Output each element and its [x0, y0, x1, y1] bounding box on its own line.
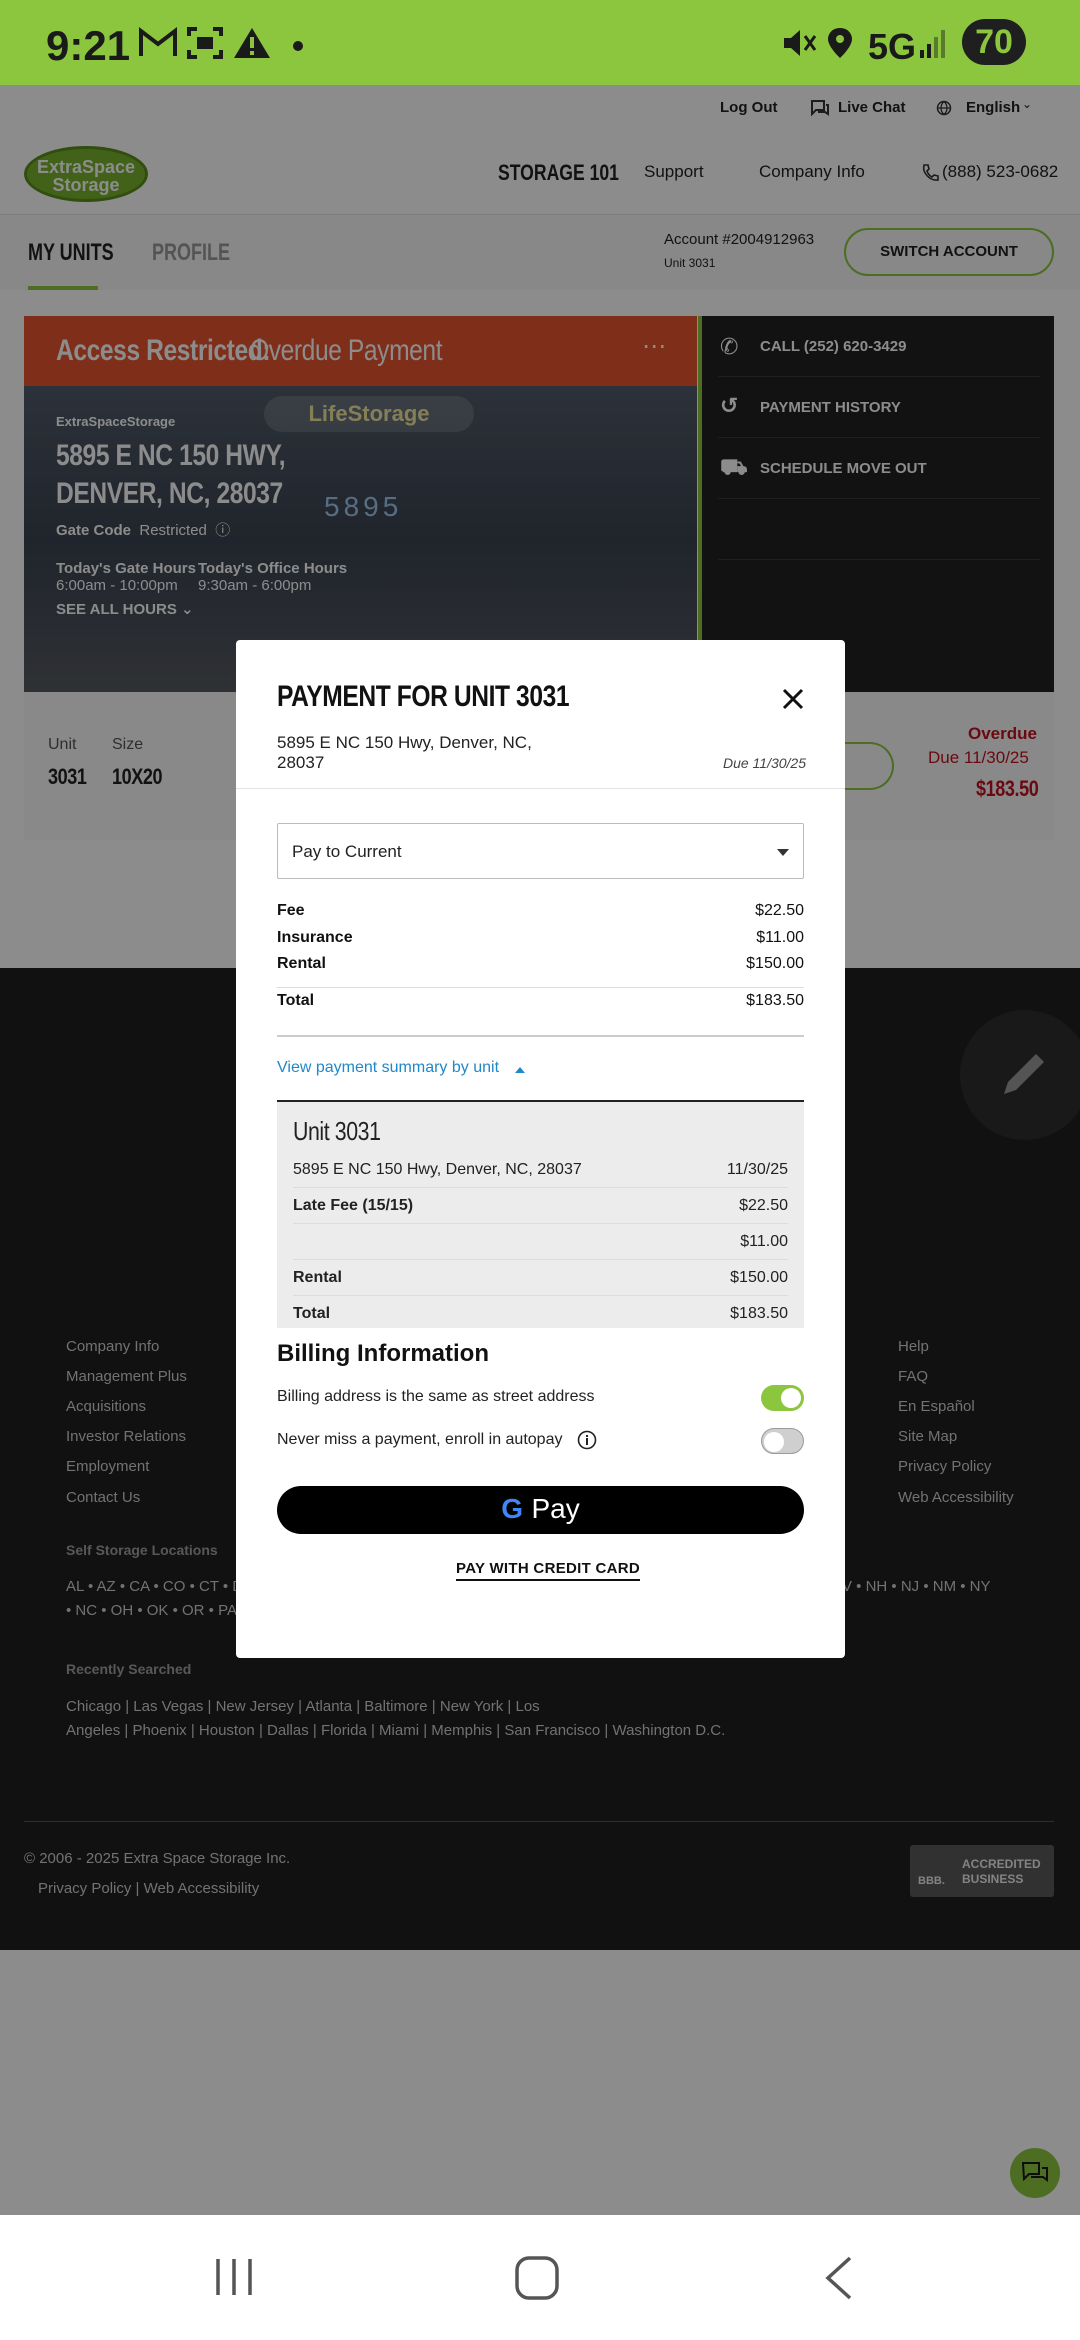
line-item-rental: Rental $150.00 [277, 955, 804, 977]
signal-icon [920, 30, 945, 58]
summary-row-insurance: $11.00 [293, 1224, 788, 1260]
recent-apps-icon[interactable] [212, 2255, 256, 2299]
google-pay-button[interactable]: G Pay [277, 1486, 804, 1534]
summary-value: $183.50 [730, 1305, 788, 1322]
toggle-knob [781, 1388, 801, 1408]
modal-divider [236, 788, 845, 789]
google-pay-label: Pay [531, 1493, 580, 1524]
payment-amount-select[interactable]: Pay to Current [277, 823, 804, 879]
close-icon[interactable] [778, 684, 808, 714]
summary-date: 11/30/25 [726, 1161, 788, 1178]
billing-title: Billing Information [277, 1340, 489, 1367]
line-value: $22.50 [755, 902, 804, 919]
summary-value: $150.00 [730, 1269, 788, 1286]
status-bar: 9:21 5G 70 [0, 0, 1080, 85]
summary-address-row: 5895 E NC 150 Hwy, Denver, NC, 28037 11/… [293, 1152, 788, 1188]
summary-row-late-fee: Late Fee (15/15) $22.50 [293, 1188, 788, 1224]
payment-modal: PAYMENT FOR UNIT 3031 5895 E NC 150 Hwy,… [236, 640, 845, 1658]
info-icon[interactable] [577, 1430, 597, 1450]
total-divider [277, 987, 804, 988]
summary-label: Late Fee (15/15) [293, 1197, 414, 1214]
summary-label: Rental [293, 1269, 342, 1286]
modal-due-date: Due 11/30/25 [722, 755, 806, 771]
autopay-label: Never miss a payment, enroll in autopay [277, 1431, 563, 1448]
google-g-icon: G [501, 1493, 524, 1524]
billing-same-label: Billing address is the same as street ad… [277, 1388, 595, 1405]
screenshot-icon [187, 27, 223, 59]
line-value: $11.00 [756, 929, 804, 946]
location-icon [828, 28, 852, 58]
system-nav-bar [0, 2215, 1080, 2340]
autopay-toggle[interactable] [761, 1428, 804, 1454]
modal-title: PAYMENT FOR UNIT 3031 [277, 680, 570, 713]
summary-unit-title: Unit 3031 [293, 1116, 381, 1146]
billing-same-toggle[interactable] [761, 1385, 804, 1411]
network-type: 5G [868, 26, 917, 67]
summary-value: $22.50 [739, 1197, 788, 1214]
modal-address: 5895 E NC 150 Hwy, Denver, NC, 28037 [277, 733, 532, 772]
line-label: Insurance [277, 929, 353, 946]
notification-dot-icon [293, 41, 303, 51]
battery-indicator: 70 [962, 19, 1026, 65]
summary-value: $11.00 [740, 1233, 788, 1250]
summary-label: Total [293, 1305, 331, 1322]
summary-row-total: Total $183.50 [293, 1296, 788, 1332]
summary-address: 5895 E NC 150 Hwy, Denver, NC, 28037 [293, 1161, 582, 1178]
line-value: $150.00 [746, 955, 804, 972]
warning-icon [234, 28, 270, 58]
mute-icon [784, 30, 817, 56]
summary-row-rental: Rental $150.00 [293, 1260, 788, 1296]
battery-level: 70 [975, 23, 1013, 61]
line-item-total: Total $183.50 [277, 992, 804, 1014]
line-item-fee: Fee $22.50 [277, 902, 804, 924]
dropdown-caret-icon [777, 849, 789, 856]
unit-payment-summary: Unit 3031 5895 E NC 150 Hwy, Denver, NC,… [277, 1102, 804, 1328]
payment-summary-link: View payment summary by unit [277, 1059, 500, 1076]
line-label: Rental [277, 955, 326, 972]
total-label: Total [277, 992, 315, 1009]
line-label: Fee [277, 902, 305, 919]
pay-with-credit-card-link[interactable]: PAY WITH CREDIT CARD [456, 1560, 641, 1581]
toggle-knob [764, 1432, 784, 1452]
payment-summary-toggle[interactable]: View payment summary by unit [277, 1035, 804, 1102]
back-icon[interactable] [822, 2255, 856, 2301]
home-icon[interactable] [514, 2255, 560, 2301]
gmail-icon [139, 26, 177, 56]
clock: 9:21 [46, 22, 131, 69]
payment-amount-value: Pay to Current [292, 842, 402, 861]
line-item-insurance: Insurance $11.00 [277, 929, 804, 951]
chevron-up-icon [515, 1067, 525, 1073]
total-value: $183.50 [746, 992, 804, 1009]
